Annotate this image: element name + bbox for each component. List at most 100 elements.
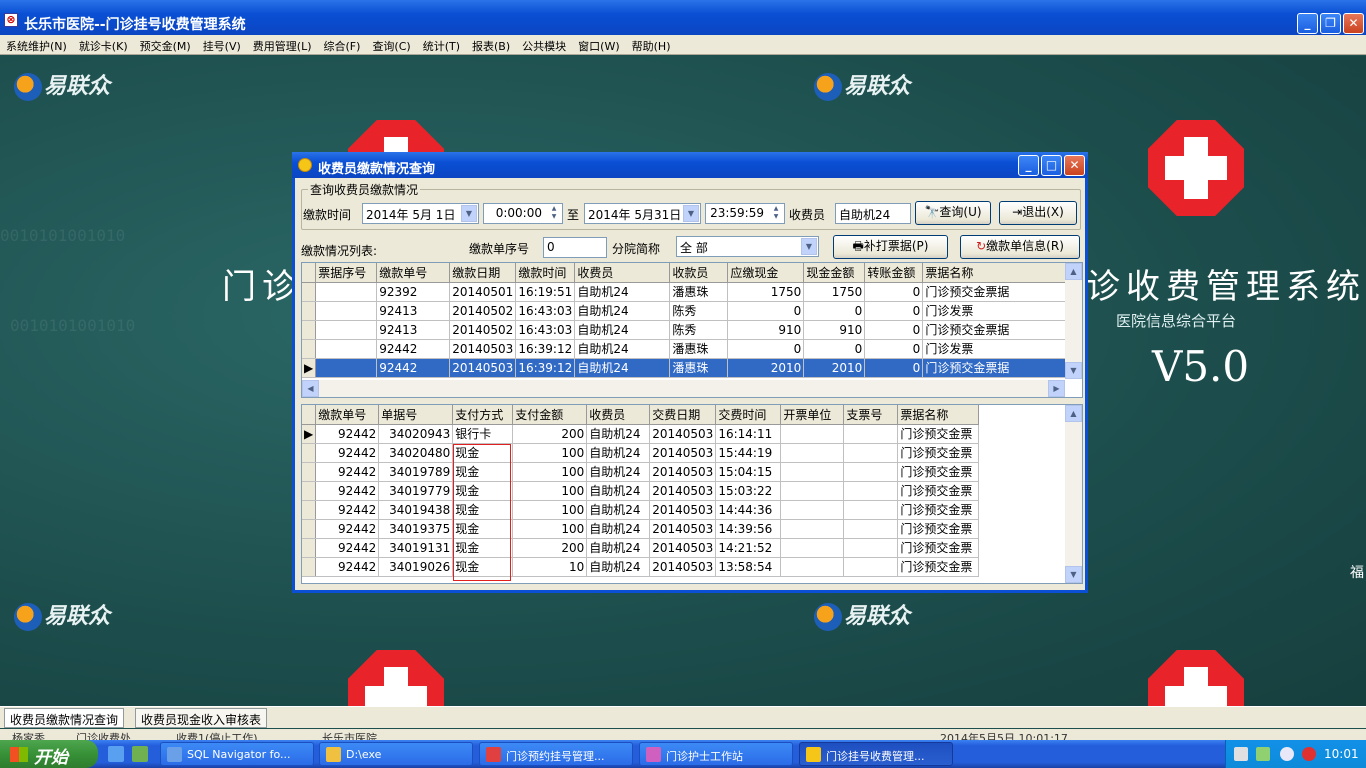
task-sql-navigator[interactable]: SQL Navigator fo... — [160, 742, 314, 766]
row-indicator[interactable] — [302, 282, 317, 302]
menu-fees[interactable]: 费用管理(L) — [247, 35, 318, 54]
column-header[interactable]: 缴款单号 — [376, 263, 451, 283]
column-header[interactable]: 缴款时间 — [515, 263, 576, 283]
task-nurse-station[interactable]: 门诊护士工作站 — [639, 742, 793, 766]
table-row[interactable]: 92442 34019789 现金 100 自助机24 20140503 15:… — [302, 462, 980, 482]
battery-icon[interactable] — [1256, 747, 1270, 761]
app-icon[interactable]: ⊗ — [4, 13, 18, 27]
table-row[interactable]: 92413 20140502 16:43:03 自助机24 陈秀 0 0 0 门… — [302, 301, 1070, 321]
table-row[interactable]: ▶ 92442 34020943 银行卡 200 自助机24 20140503 … — [302, 424, 980, 444]
row-indicator[interactable] — [302, 320, 317, 340]
minimize-button[interactable]: _ — [1297, 13, 1318, 34]
column-header[interactable]: 缴款日期 — [449, 263, 517, 283]
back-arrow-icon[interactable] — [1280, 747, 1294, 761]
desktop-icon[interactable] — [132, 746, 148, 762]
scroll-right-icon[interactable]: ▶ — [1048, 380, 1065, 397]
vertical-scrollbar[interactable]: ▲ ▼ — [1065, 263, 1082, 379]
branch-select[interactable]: 全 部 ▼ — [676, 236, 819, 257]
table-row[interactable]: 92442 34019779 现金 100 自助机24 20140503 15:… — [302, 481, 980, 501]
menu-stats[interactable]: 统计(T) — [417, 35, 466, 54]
clock[interactable]: 10:01 — [1324, 747, 1359, 761]
vertical-scrollbar[interactable]: ▲ ▼ — [1065, 405, 1082, 583]
cashier-input[interactable]: 自助机24 — [835, 203, 911, 224]
chevron-down-icon[interactable]: ▼ — [801, 238, 817, 255]
column-header[interactable]: 开票单位 — [780, 405, 845, 425]
spin-icon[interactable]: ▲ ▼ — [547, 205, 561, 222]
column-header[interactable]: 收款员 — [669, 263, 729, 283]
column-header[interactable]: 交费日期 — [649, 405, 717, 425]
row-indicator[interactable] — [302, 481, 317, 501]
exit-button[interactable]: ⇥退出(X) — [999, 201, 1077, 225]
task-explorer[interactable]: D:\exe — [319, 742, 473, 766]
start-date-picker[interactable]: 2014年 5月 1日 ▼ — [362, 203, 479, 224]
menu-reports[interactable]: 报表(B) — [466, 35, 516, 54]
column-header[interactable]: 支付方式 — [452, 405, 514, 425]
chevron-down-icon[interactable]: ▼ — [461, 205, 477, 222]
spin-icon[interactable]: ▲ ▼ — [769, 205, 783, 222]
payment-list-grid[interactable]: 票据序号 缴款单号 缴款日期 缴款时间 收费员 收款员 应缴现金 现金金额 转账… — [301, 262, 1083, 398]
tab-payment-query[interactable]: 收费员缴款情况查询 — [4, 708, 125, 728]
dialog-close-button[interactable]: ✕ — [1064, 155, 1085, 176]
column-header[interactable]: 票据序号 — [315, 263, 378, 283]
column-header[interactable]: 转账金额 — [864, 263, 924, 283]
ie-icon[interactable] — [108, 746, 124, 762]
table-row-selected[interactable]: ▶ 92442 20140503 16:39:12 自助机24 潘惠珠 2010… — [302, 358, 1070, 378]
start-time-input[interactable]: 0:00:00 ▲ ▼ — [483, 203, 563, 224]
row-indicator[interactable] — [302, 443, 317, 463]
row-indicator[interactable] — [302, 557, 317, 577]
close-button[interactable]: ✕ — [1343, 13, 1364, 34]
menu-query[interactable]: 查询(C) — [366, 35, 416, 54]
row-indicator[interactable] — [302, 500, 317, 520]
chevron-down-icon[interactable]: ▼ — [683, 205, 699, 222]
menu-window[interactable]: 窗口(W) — [572, 35, 625, 54]
scroll-up-icon[interactable]: ▲ — [1065, 263, 1082, 280]
column-header[interactable]: 交费时间 — [715, 405, 782, 425]
menu-system[interactable]: 系统维护(N) — [0, 35, 73, 54]
menu-help[interactable]: 帮助(H) — [626, 35, 677, 54]
column-header[interactable]: 支付金额 — [512, 405, 588, 425]
column-header[interactable]: 票据名称 — [897, 405, 980, 425]
row-indicator[interactable]: ▶ — [302, 358, 317, 378]
table-row[interactable]: 92442 20140503 16:39:12 自助机24 潘惠珠 0 0 0 … — [302, 339, 1070, 359]
row-indicator[interactable]: ▶ — [302, 424, 317, 444]
query-button[interactable]: 🔭查询(U) — [915, 201, 991, 225]
menu-public[interactable]: 公共模块 — [516, 35, 572, 54]
stop-icon[interactable] — [1302, 747, 1316, 761]
table-row[interactable]: 92442 34019438 现金 100 自助机24 20140503 14:… — [302, 500, 980, 520]
table-row[interactable]: 92413 20140502 16:43:03 自助机24 陈秀 910 910… — [302, 320, 1070, 340]
row-indicator[interactable] — [302, 301, 317, 321]
scroll-left-icon[interactable]: ◀ — [302, 380, 319, 397]
payment-detail-grid[interactable]: 缴款单号 单据号 支付方式 支付金额 收费员 交费日期 交费时间 开票单位 支票… — [301, 404, 1083, 584]
menu-deposit[interactable]: 预交金(M) — [134, 35, 197, 54]
menu-general[interactable]: 综合(F) — [318, 35, 367, 54]
table-row[interactable]: 92442 34020480 现金 100 自助机24 20140503 15:… — [302, 443, 980, 463]
keyboard-icon[interactable] — [1234, 747, 1248, 761]
menu-card[interactable]: 就诊卡(K) — [73, 35, 134, 54]
dialog-minimize-button[interactable]: _ — [1018, 155, 1039, 176]
horizontal-scrollbar[interactable]: ◀ ▶ — [302, 380, 1065, 397]
column-header[interactable]: 支票号 — [843, 405, 899, 425]
row-indicator[interactable] — [302, 339, 317, 359]
end-date-picker[interactable]: 2014年 5月31日 ▼ — [584, 203, 701, 224]
tab-cash-audit[interactable]: 收费员现金收入审核表 — [135, 708, 268, 728]
scroll-up-icon[interactable]: ▲ — [1065, 405, 1082, 422]
table-row[interactable]: 92442 34019375 现金 100 自助机24 20140503 14:… — [302, 519, 980, 539]
seq-input[interactable]: 0 — [543, 237, 607, 258]
payment-info-button[interactable]: ↻缴款单信息(R) — [960, 235, 1080, 259]
scroll-down-icon[interactable]: ▼ — [1065, 362, 1082, 379]
task-registration-active[interactable]: 门诊挂号收费管理... — [799, 742, 953, 766]
end-time-input[interactable]: 23:59:59 ▲ ▼ — [705, 203, 785, 224]
column-header[interactable]: 票据名称 — [922, 263, 1070, 283]
row-indicator[interactable] — [302, 462, 317, 482]
task-appointment[interactable]: 门诊预约挂号管理... — [479, 742, 633, 766]
table-row[interactable]: 92442 34019131 现金 200 自助机24 20140503 14:… — [302, 538, 980, 558]
restore-button[interactable]: ❐ — [1320, 13, 1341, 34]
reprint-button[interactable]: 🖶补打票据(P) — [833, 235, 948, 259]
column-header[interactable]: 现金金额 — [803, 263, 866, 283]
row-indicator[interactable] — [302, 519, 317, 539]
table-row[interactable]: 92392 20140501 16:19:51 自助机24 潘惠珠 1750 1… — [302, 282, 1070, 302]
column-header[interactable]: 应缴现金 — [727, 263, 805, 283]
start-button[interactable]: 开始 — [0, 740, 98, 768]
column-header[interactable]: 单据号 — [378, 405, 454, 425]
row-indicator[interactable] — [302, 538, 317, 558]
